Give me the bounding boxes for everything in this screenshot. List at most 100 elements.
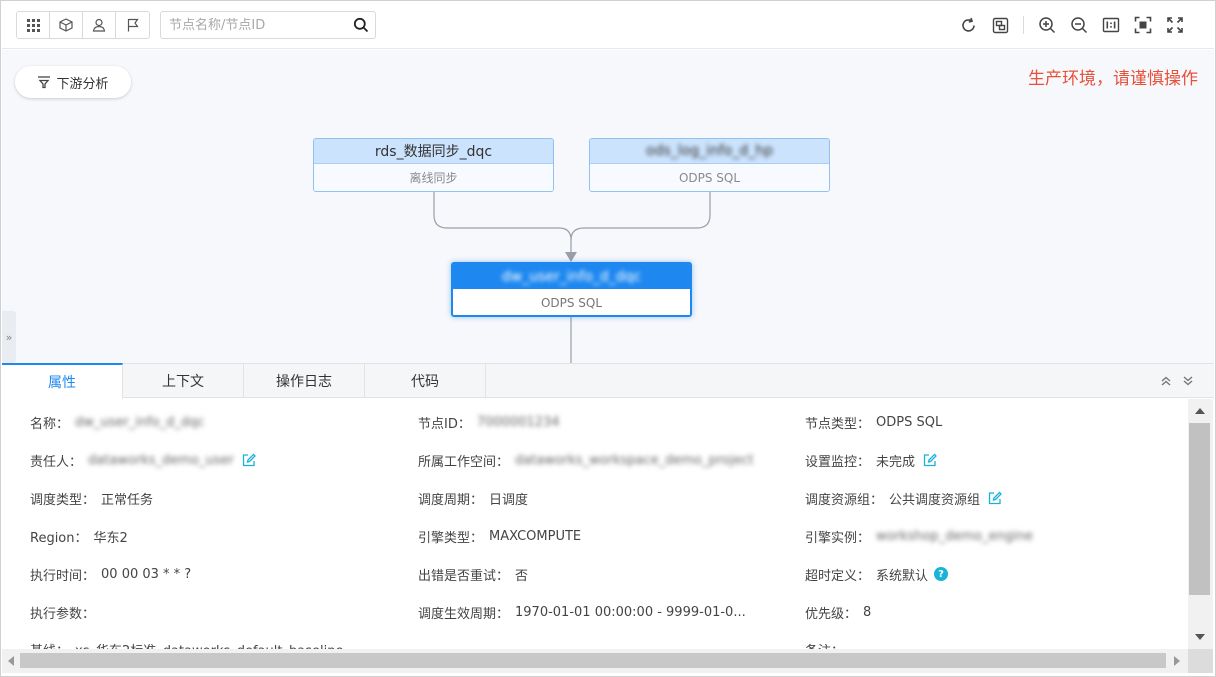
horizontal-scroll-thumb[interactable]	[20, 653, 1166, 668]
canvas-tools	[947, 14, 1186, 36]
prop-value: workshop_demo_engine	[876, 528, 1033, 544]
prop-value: MAXCOMPUTE	[489, 528, 582, 544]
prop-workspace: 所属工作空间： dataworks_workspace_demo_project	[418, 450, 754, 470]
prop-label: 超时定义：	[805, 568, 871, 584]
prop-node-id: 节点ID： 7000001234	[418, 412, 560, 432]
prop-value: dataworks_workspace_demo_project	[515, 452, 754, 468]
prop-value: ODPS SQL	[876, 414, 943, 430]
dag-node-ods-sql[interactable]: ods_log_info_d_hp ODPS SQL	[589, 138, 830, 192]
prop-priority: 优先级： 8	[805, 602, 871, 622]
toolbar-divider	[1023, 16, 1024, 34]
node-search-box	[160, 11, 376, 39]
side-panel-expand-handle[interactable]: »	[2, 311, 16, 363]
node-search-input[interactable]	[161, 12, 346, 38]
dag-node-current[interactable]: dw_user_info_d_dqc ODPS SQL	[451, 262, 692, 317]
cube-icon[interactable]	[50, 12, 83, 38]
prop-exec-params: 执行参数：	[30, 602, 101, 622]
prop-label: 备注：	[805, 640, 844, 650]
edge-ods-to-dw	[570, 191, 711, 241]
edit-monitor-icon[interactable]	[923, 453, 937, 467]
prop-value: 7000001234	[476, 414, 560, 430]
scroll-up-icon[interactable]	[1194, 405, 1206, 417]
tab-context[interactable]: 上下文	[123, 363, 244, 398]
edit-owner-icon[interactable]	[242, 453, 256, 467]
vertical-scroll-thumb[interactable]	[1189, 423, 1210, 595]
prop-label: 基线：	[30, 640, 69, 650]
expand-up-icon[interactable]	[1158, 373, 1174, 389]
app-frame: 下游分析 生产环境，请谨慎操作 rds_数据同步_dqc 离线同步 ods_lo…	[0, 0, 1216, 677]
prop-label: 出错是否重试：	[418, 568, 510, 584]
edit-resource-group-icon[interactable]	[988, 491, 1002, 505]
prop-label: 调度类型：	[30, 492, 96, 508]
edge-rds-to-dw	[433, 191, 572, 254]
prop-value: 正常任务	[101, 492, 154, 508]
layout-icon[interactable]	[989, 14, 1011, 36]
horizontal-scrollbar[interactable]	[2, 649, 1188, 673]
prop-value: 华东2	[93, 530, 128, 546]
prop-retry: 出错是否重试： 否	[418, 564, 528, 584]
top-toolbar	[2, 2, 1214, 49]
prop-baseline: 基线： xs_华东2标准_dataworks_default_baseline	[30, 639, 343, 650]
prop-label: 引擎实例：	[805, 530, 871, 546]
prop-label: 节点ID：	[418, 416, 471, 432]
prop-schedule-cycle: 调度周期： 日调度	[418, 488, 528, 508]
zoom-out-icon[interactable]	[1068, 14, 1090, 36]
scroll-right-icon[interactable]	[1172, 655, 1182, 667]
prop-node-type: 节点类型： ODPS SQL	[805, 412, 942, 432]
prop-label: 执行时间：	[30, 568, 96, 584]
prop-value: 公共调度资源组	[889, 492, 981, 508]
prop-label: 调度周期：	[418, 492, 484, 508]
prop-monitor: 设置监控： 未完成	[805, 450, 937, 470]
tab-operation-log[interactable]: 操作日志	[244, 363, 365, 398]
grid-icon[interactable]	[17, 12, 50, 38]
flag-icon[interactable]	[116, 12, 149, 38]
node-title: ods_log_info_d_hp	[646, 143, 773, 159]
vertical-scrollbar[interactable]	[1188, 399, 1213, 649]
prop-effective-period: 调度生效周期： 1970-01-01 00:00:00 - 9999-01-0.…	[418, 602, 746, 622]
prop-label: 调度资源组：	[805, 492, 884, 508]
prop-value: 00 00 03 * * ?	[101, 566, 192, 582]
scrollbar-corner	[1188, 649, 1213, 673]
prop-value: 否	[515, 568, 529, 584]
zoom-in-icon[interactable]	[1036, 14, 1058, 36]
node-title: rds_数据同步_dqc	[314, 139, 553, 164]
fullscreen-icon[interactable]	[1164, 14, 1186, 36]
prop-value: 系统默认	[876, 568, 929, 584]
prop-label: Region：	[30, 530, 88, 546]
dag-node-rds-sync[interactable]: rds_数据同步_dqc 离线同步	[313, 138, 554, 192]
prop-name: 名称： dw_user_info_d_dqc	[30, 412, 205, 432]
search-icon[interactable]	[353, 17, 369, 33]
prop-remark: 备注：	[805, 639, 850, 650]
user-icon[interactable]	[83, 12, 116, 38]
scroll-left-icon[interactable]	[6, 655, 16, 667]
prop-owner: 责任人： dataworks_demo_user	[30, 450, 256, 470]
dag-canvas[interactable]: 下游分析 生产环境，请谨慎操作 rds_数据同步_dqc 离线同步 ods_lo…	[2, 50, 1214, 363]
properties-panel: 名称： dw_user_info_d_dqc 节点ID： 7000001234 …	[2, 399, 1188, 649]
panel-size-controls	[1152, 373, 1196, 389]
prop-label: 名称：	[30, 416, 70, 432]
prop-label: 设置监控：	[805, 454, 871, 470]
node-title-container: ods_log_info_d_hp	[590, 139, 829, 164]
prop-value: 日调度	[489, 492, 529, 508]
actual-size-icon[interactable]	[1100, 14, 1122, 36]
detail-tabs: 属性 上下文 操作日志 代码	[2, 363, 1214, 399]
view-mode-button-group	[16, 11, 150, 39]
prop-exec-time: 执行时间： 00 00 03 * * ?	[30, 564, 191, 584]
prop-resource-group: 调度资源组： 公共调度资源组	[805, 488, 1002, 508]
prop-value: dataworks_demo_user	[88, 452, 234, 468]
prop-engine-instance: 引擎实例： workshop_demo_engine	[805, 526, 1033, 546]
fit-view-icon[interactable]	[1132, 14, 1154, 36]
tab-code[interactable]: 代码	[365, 363, 486, 398]
prop-label: 节点类型：	[805, 416, 871, 432]
double-chevron-right-icon: »	[5, 330, 13, 344]
help-icon[interactable]: ?	[934, 567, 949, 581]
node-title-container: dw_user_info_d_dqc	[453, 264, 690, 289]
prop-value: dw_user_info_d_dqc	[75, 414, 205, 430]
refresh-icon[interactable]	[957, 14, 979, 36]
edge-arrowhead	[565, 252, 577, 262]
collapse-down-icon[interactable]	[1180, 373, 1196, 389]
prop-value: 1970-01-01 00:00:00 - 9999-01-0...	[515, 604, 746, 620]
scroll-down-icon[interactable]	[1194, 631, 1206, 643]
tab-properties[interactable]: 属性	[2, 363, 123, 399]
prop-label: 责任人：	[30, 454, 83, 470]
